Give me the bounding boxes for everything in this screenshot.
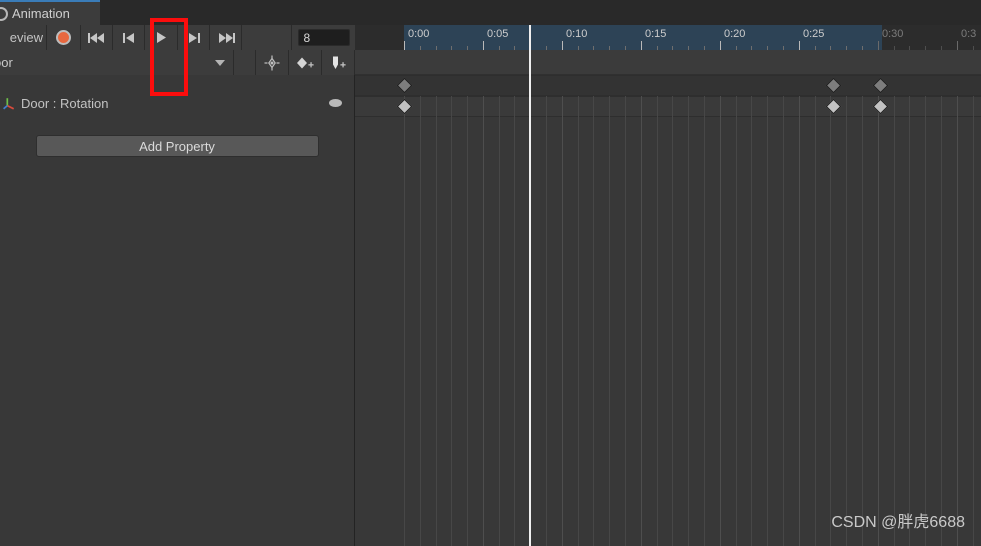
ruler-label: 0:3 [961, 28, 977, 40]
gridline [546, 96, 547, 546]
ruler-label: 0:00 [408, 28, 430, 40]
ruler-tick-major [562, 41, 563, 50]
gridline [783, 96, 784, 546]
add-property-button[interactable]: Add Property [35, 135, 319, 157]
go-to-beginning-button[interactable] [81, 25, 113, 50]
dope-sheet[interactable] [355, 50, 981, 546]
ruler-label: 0:20 [724, 28, 746, 40]
gridline [767, 96, 768, 546]
gridline [451, 96, 452, 546]
skip-to-start-icon [87, 32, 104, 43]
record-button[interactable] [47, 25, 81, 50]
target-crosshair-icon [264, 55, 280, 70]
gridline [436, 96, 437, 546]
gridline [593, 96, 594, 546]
gridline [957, 96, 958, 546]
timeline-ruler[interactable]: 0:00 0:05 0:10 0:15 0:20 0:25 0:30 0:3 [355, 25, 981, 50]
property-row-door-rotation[interactable]: Door : Rotation [0, 92, 354, 114]
ruler-label: 0:05 [487, 28, 509, 40]
playback-toolbar: eview 8 [0, 25, 355, 50]
gridline [973, 96, 974, 546]
playhead-handle[interactable] [529, 25, 531, 50]
step-forward-icon [188, 32, 200, 43]
transform-axis-icon [3, 97, 15, 110]
dope-sheet-header-strip [355, 50, 981, 75]
gridline [751, 96, 752, 546]
play-icon [157, 32, 166, 43]
ruler-tick-major [641, 41, 642, 50]
ruler-tick-major [404, 41, 405, 50]
add-property-row: Add Property [0, 135, 354, 157]
gridline [404, 96, 405, 546]
next-keyframe-button[interactable] [178, 25, 210, 50]
record-icon [56, 30, 71, 45]
clip-selector-dropdown[interactable]: oor [0, 50, 234, 75]
diamond-plus-icon [297, 57, 314, 68]
ruler-tick-major [720, 41, 721, 50]
gridline [736, 96, 737, 546]
ruler-tick-major [878, 41, 879, 50]
clip-name-label: oor [0, 55, 13, 70]
preview-toggle[interactable]: eview [0, 25, 47, 50]
go-to-end-button[interactable] [210, 25, 242, 50]
skip-to-end-icon [218, 32, 235, 43]
gridline [672, 96, 673, 546]
clip-toolbar-spacer [234, 50, 256, 75]
watermark-label: CSDN @胖虎6688 [831, 514, 965, 531]
preview-label: eview [9, 30, 43, 45]
chevron-down-icon [215, 59, 225, 66]
property-list-panel: Door : Rotation Add Property [0, 75, 355, 546]
property-row-label: Door : Rotation [21, 95, 109, 111]
gridline [894, 96, 895, 546]
gridline [499, 96, 500, 546]
curve-dot-icon[interactable] [329, 99, 342, 107]
ruler-label: 0:30 [882, 28, 904, 40]
ruler-label: 0:25 [803, 28, 825, 40]
ruler-tick-major [483, 41, 484, 50]
gridline [609, 96, 610, 546]
play-button[interactable] [145, 25, 178, 50]
add-keyframe-button[interactable] [289, 50, 322, 75]
gridline [878, 96, 879, 546]
gridline [704, 96, 705, 546]
add-event-button[interactable] [322, 50, 355, 75]
gridline [641, 96, 642, 546]
gridline [909, 96, 910, 546]
tab-animation[interactable]: Animation [0, 0, 100, 25]
add-keyframe-indicator-button[interactable] [256, 50, 289, 75]
gridline [625, 96, 626, 546]
current-frame-input[interactable]: 8 [297, 29, 350, 46]
gridline [483, 96, 484, 546]
clip-toolbar: oor [0, 50, 355, 75]
gridline [846, 96, 847, 546]
gridline [830, 96, 831, 546]
gridline [514, 96, 515, 546]
gridline [562, 96, 563, 546]
gridline [688, 96, 689, 546]
gridline [720, 96, 721, 546]
gridline [815, 96, 816, 546]
animation-clip-icon [0, 6, 8, 21]
step-back-icon [122, 32, 134, 43]
ruler-tick-major [957, 41, 958, 50]
gridline [941, 96, 942, 546]
gridline [799, 96, 800, 546]
toolbar-spacer [242, 25, 292, 50]
gridline [862, 96, 863, 546]
gridline [578, 96, 579, 546]
frame-field-cell: 8 [292, 25, 355, 50]
gridline [657, 96, 658, 546]
playhead[interactable] [529, 50, 531, 546]
gridline [420, 96, 421, 546]
event-marker-plus-icon [333, 56, 346, 69]
ruler-tick-major [799, 41, 800, 50]
ruler-label: 0:10 [566, 28, 588, 40]
window-tab-bar: Animation [0, 0, 981, 25]
ruler-label: 0:15 [645, 28, 667, 40]
tab-animation-label: Animation [12, 6, 70, 21]
animation-window: Animation eview 8 or Door: Rotation Add… [0, 0, 981, 546]
gridline [467, 96, 468, 546]
previous-keyframe-button[interactable] [113, 25, 145, 50]
gridline [925, 96, 926, 546]
